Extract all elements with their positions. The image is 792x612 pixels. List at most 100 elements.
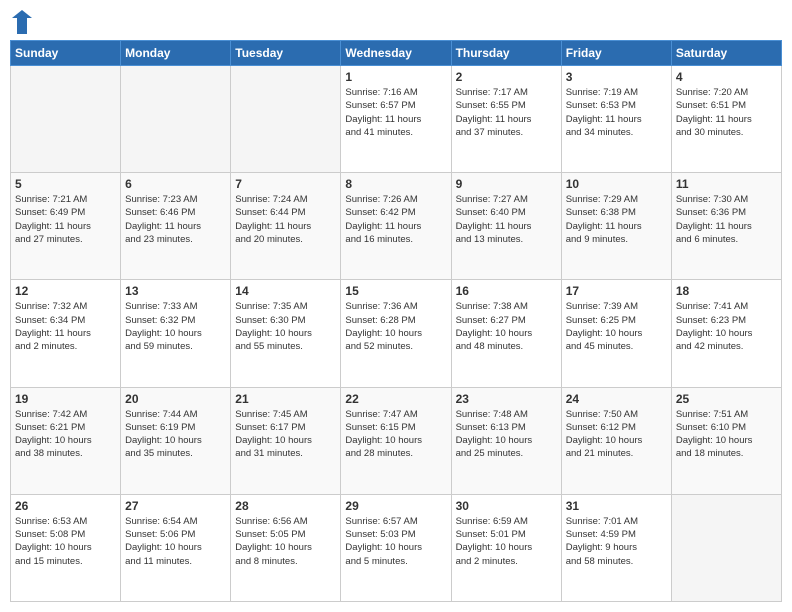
day-number: 2 — [456, 70, 557, 84]
day-number: 4 — [676, 70, 777, 84]
day-info: Sunrise: 7:32 AM Sunset: 6:34 PM Dayligh… — [15, 300, 116, 353]
day-number: 9 — [456, 177, 557, 191]
page: SundayMondayTuesdayWednesdayThursdayFrid… — [0, 0, 792, 612]
day-info: Sunrise: 7:33 AM Sunset: 6:32 PM Dayligh… — [125, 300, 226, 353]
day-info: Sunrise: 7:26 AM Sunset: 6:42 PM Dayligh… — [345, 193, 446, 246]
calendar-cell: 21 Sunrise: 7:45 AM Sunset: 6:17 PM Dayli… — [231, 387, 341, 494]
day-info: Sunrise: 7:23 AM Sunset: 6:46 PM Dayligh… — [125, 193, 226, 246]
calendar-cell: 26Sunrise: 6:53 AM Sunset: 5:08 PM Dayli… — [11, 494, 121, 601]
calendar-cell: 31Sunrise: 7:01 AM Sunset: 4:59 PM Dayli… — [561, 494, 671, 601]
calendar-week-2: 5 Sunrise: 7:21 AM Sunset: 6:49 PM Daylig… — [11, 173, 782, 280]
day-info: Sunrise: 7:45 AM Sunset: 6:17 PM Dayligh… — [235, 408, 336, 461]
calendar-cell — [121, 66, 231, 173]
calendar-cell: 19Sunrise: 7:42 AM Sunset: 6:21 PM Dayli… — [11, 387, 121, 494]
calendar-week-4: 19Sunrise: 7:42 AM Sunset: 6:21 PM Dayli… — [11, 387, 782, 494]
logo-icon — [12, 10, 32, 34]
calendar-week-5: 26Sunrise: 6:53 AM Sunset: 5:08 PM Dayli… — [11, 494, 782, 601]
calendar-cell: 3 Sunrise: 7:19 AM Sunset: 6:53 PM Daylig… — [561, 66, 671, 173]
day-number: 6 — [125, 177, 226, 191]
weekday-header-friday: Friday — [561, 41, 671, 66]
calendar-cell — [11, 66, 121, 173]
calendar-cell: 8 Sunrise: 7:26 AM Sunset: 6:42 PM Daylig… — [341, 173, 451, 280]
calendar-cell: 20Sunrise: 7:44 AM Sunset: 6:19 PM Dayli… — [121, 387, 231, 494]
day-number: 7 — [235, 177, 336, 191]
day-number: 21 — [235, 392, 336, 406]
calendar-week-3: 12 Sunrise: 7:32 AM Sunset: 6:34 PM Dayli… — [11, 280, 782, 387]
day-info: Sunrise: 7:01 AM Sunset: 4:59 PM Dayligh… — [566, 515, 667, 568]
calendar-cell: 13 Sunrise: 7:33 AM Sunset: 6:32 PM Dayli… — [121, 280, 231, 387]
calendar-cell: 1Sunrise: 7:16 AM Sunset: 6:57 PM Daylig… — [341, 66, 451, 173]
weekday-header-row: SundayMondayTuesdayWednesdayThursdayFrid… — [11, 41, 782, 66]
day-info: Sunrise: 7:50 AM Sunset: 6:12 PM Dayligh… — [566, 408, 667, 461]
day-number: 25 — [676, 392, 777, 406]
calendar-cell: 6 Sunrise: 7:23 AM Sunset: 6:46 PM Daylig… — [121, 173, 231, 280]
calendar-cell: 28 Sunrise: 6:56 AM Sunset: 5:05 PM Dayli… — [231, 494, 341, 601]
day-info: Sunrise: 7:24 AM Sunset: 6:44 PM Dayligh… — [235, 193, 336, 246]
day-info: Sunrise: 7:17 AM Sunset: 6:55 PM Dayligh… — [456, 86, 557, 139]
day-number: 28 — [235, 499, 336, 513]
day-number: 19 — [15, 392, 116, 406]
day-info: Sunrise: 6:57 AM Sunset: 5:03 PM Dayligh… — [345, 515, 446, 568]
day-number: 23 — [456, 392, 557, 406]
day-number: 16 — [456, 284, 557, 298]
calendar-table: SundayMondayTuesdayWednesdayThursdayFrid… — [10, 40, 782, 602]
day-number: 27 — [125, 499, 226, 513]
day-info: Sunrise: 6:53 AM Sunset: 5:08 PM Dayligh… — [15, 515, 116, 568]
weekday-header-sunday: Sunday — [11, 41, 121, 66]
calendar-cell: 4 Sunrise: 7:20 AM Sunset: 6:51 PM Daylig… — [671, 66, 781, 173]
day-info: Sunrise: 7:41 AM Sunset: 6:23 PM Dayligh… — [676, 300, 777, 353]
day-number: 5 — [15, 177, 116, 191]
day-number: 24 — [566, 392, 667, 406]
day-info: Sunrise: 7:27 AM Sunset: 6:40 PM Dayligh… — [456, 193, 557, 246]
day-number: 29 — [345, 499, 446, 513]
calendar-cell: 18 Sunrise: 7:41 AM Sunset: 6:23 PM Dayli… — [671, 280, 781, 387]
day-info: Sunrise: 6:54 AM Sunset: 5:06 PM Dayligh… — [125, 515, 226, 568]
calendar-cell: 10 Sunrise: 7:29 AM Sunset: 6:38 PM Dayli… — [561, 173, 671, 280]
day-number: 14 — [235, 284, 336, 298]
calendar-cell: 23 Sunrise: 7:48 AM Sunset: 6:13 PM Dayli… — [451, 387, 561, 494]
calendar-cell: 22Sunrise: 7:47 AM Sunset: 6:15 PM Dayli… — [341, 387, 451, 494]
weekday-header-wednesday: Wednesday — [341, 41, 451, 66]
weekday-header-saturday: Saturday — [671, 41, 781, 66]
calendar-week-1: 1Sunrise: 7:16 AM Sunset: 6:57 PM Daylig… — [11, 66, 782, 173]
calendar-cell: 11 Sunrise: 7:30 AM Sunset: 6:36 PM Dayli… — [671, 173, 781, 280]
calendar-cell: 2 Sunrise: 7:17 AM Sunset: 6:55 PM Daylig… — [451, 66, 561, 173]
calendar-cell: 15 Sunrise: 7:36 AM Sunset: 6:28 PM Dayli… — [341, 280, 451, 387]
day-info: Sunrise: 7:35 AM Sunset: 6:30 PM Dayligh… — [235, 300, 336, 353]
calendar-cell: 29 Sunrise: 6:57 AM Sunset: 5:03 PM Dayli… — [341, 494, 451, 601]
day-number: 22 — [345, 392, 446, 406]
day-info: Sunrise: 7:29 AM Sunset: 6:38 PM Dayligh… — [566, 193, 667, 246]
weekday-header-thursday: Thursday — [451, 41, 561, 66]
day-number: 3 — [566, 70, 667, 84]
day-info: Sunrise: 7:30 AM Sunset: 6:36 PM Dayligh… — [676, 193, 777, 246]
day-info: Sunrise: 7:38 AM Sunset: 6:27 PM Dayligh… — [456, 300, 557, 353]
day-info: Sunrise: 7:48 AM Sunset: 6:13 PM Dayligh… — [456, 408, 557, 461]
day-number: 1 — [345, 70, 446, 84]
calendar-cell: 17Sunrise: 7:39 AM Sunset: 6:25 PM Dayli… — [561, 280, 671, 387]
calendar-cell: 27 Sunrise: 6:54 AM Sunset: 5:06 PM Dayli… — [121, 494, 231, 601]
day-info: Sunrise: 7:51 AM Sunset: 6:10 PM Dayligh… — [676, 408, 777, 461]
day-number: 18 — [676, 284, 777, 298]
calendar-cell: 30Sunrise: 6:59 AM Sunset: 5:01 PM Dayli… — [451, 494, 561, 601]
day-number: 12 — [15, 284, 116, 298]
day-number: 15 — [345, 284, 446, 298]
day-info: Sunrise: 7:44 AM Sunset: 6:19 PM Dayligh… — [125, 408, 226, 461]
calendar-cell: 16 Sunrise: 7:38 AM Sunset: 6:27 PM Dayli… — [451, 280, 561, 387]
day-info: Sunrise: 6:59 AM Sunset: 5:01 PM Dayligh… — [456, 515, 557, 568]
day-number: 13 — [125, 284, 226, 298]
day-info: Sunrise: 7:20 AM Sunset: 6:51 PM Dayligh… — [676, 86, 777, 139]
day-info: Sunrise: 7:21 AM Sunset: 6:49 PM Dayligh… — [15, 193, 116, 246]
day-info: Sunrise: 6:56 AM Sunset: 5:05 PM Dayligh… — [235, 515, 336, 568]
calendar-cell: 7 Sunrise: 7:24 AM Sunset: 6:44 PM Daylig… — [231, 173, 341, 280]
calendar-cell: 12 Sunrise: 7:32 AM Sunset: 6:34 PM Dayli… — [11, 280, 121, 387]
calendar-cell: 14 Sunrise: 7:35 AM Sunset: 6:30 PM Dayli… — [231, 280, 341, 387]
day-info: Sunrise: 7:36 AM Sunset: 6:28 PM Dayligh… — [345, 300, 446, 353]
day-number: 11 — [676, 177, 777, 191]
calendar-cell: 24 Sunrise: 7:50 AM Sunset: 6:12 PM Dayli… — [561, 387, 671, 494]
day-number: 10 — [566, 177, 667, 191]
calendar-cell — [231, 66, 341, 173]
day-number: 8 — [345, 177, 446, 191]
calendar-cell: 25 Sunrise: 7:51 AM Sunset: 6:10 PM Dayli… — [671, 387, 781, 494]
calendar-cell: 9 Sunrise: 7:27 AM Sunset: 6:40 PM Daylig… — [451, 173, 561, 280]
day-info: Sunrise: 7:19 AM Sunset: 6:53 PM Dayligh… — [566, 86, 667, 139]
